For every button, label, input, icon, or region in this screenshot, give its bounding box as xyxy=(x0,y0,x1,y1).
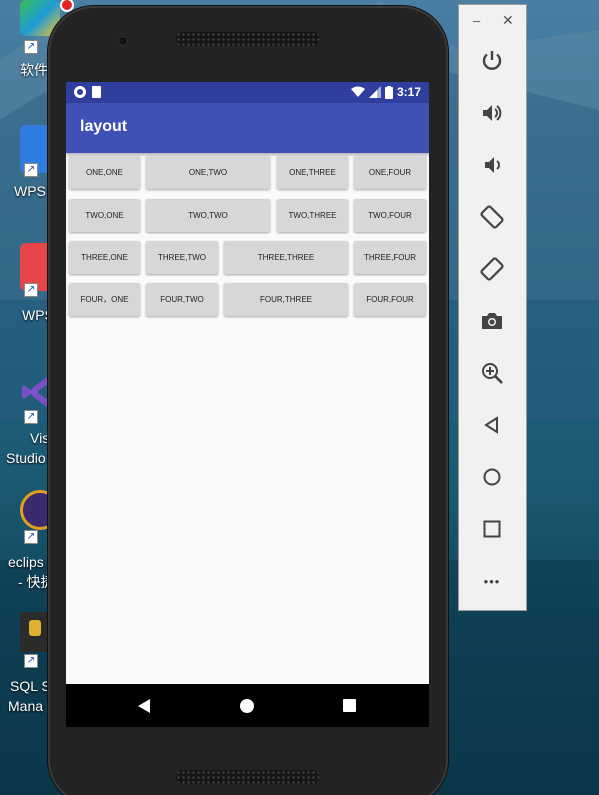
status-time: 3:17 xyxy=(396,85,421,99)
button-four-three[interactable]: FOUR,THREE xyxy=(224,283,348,316)
minimize-button[interactable]: – xyxy=(473,13,480,28)
power-icon[interactable] xyxy=(478,47,506,75)
navigation-bar xyxy=(66,684,429,727)
button-three-one[interactable]: THREE,ONE xyxy=(69,241,140,274)
sd-card-icon xyxy=(92,86,101,98)
shortcut-arrow-icon: ↗ xyxy=(24,40,38,54)
sync-icon xyxy=(74,86,86,98)
app-bar: layout xyxy=(66,103,429,153)
button-two-three[interactable]: TWO,THREE xyxy=(277,199,348,232)
wifi-icon xyxy=(350,86,365,97)
battery-icon xyxy=(384,85,393,99)
close-button[interactable]: ✕ xyxy=(502,12,514,29)
back-icon[interactable] xyxy=(478,411,506,439)
nav-home-icon[interactable] xyxy=(240,699,254,713)
nav-back-icon[interactable] xyxy=(138,699,150,713)
volume-down-icon[interactable] xyxy=(478,151,506,179)
home-icon[interactable] xyxy=(478,463,506,491)
camera-icon[interactable] xyxy=(478,307,506,335)
shortcut-arrow-icon: ↗ xyxy=(24,654,38,668)
button-four-two[interactable]: FOUR,TWO xyxy=(146,283,218,316)
emulator-toolbar: – ✕ ••• xyxy=(458,4,527,611)
button-three-three[interactable]: THREE,THREE xyxy=(224,241,348,274)
button-three-four[interactable]: THREE,FOUR xyxy=(354,241,426,274)
zoom-icon[interactable] xyxy=(478,359,506,387)
button-four-four[interactable]: FOUR,FOUR xyxy=(354,283,426,316)
top-speaker xyxy=(176,32,320,46)
rotate-left-icon[interactable] xyxy=(478,203,506,231)
button-one-one[interactable]: ONE,ONE xyxy=(69,156,140,189)
shortcut-arrow-icon: ↗ xyxy=(24,283,38,297)
overview-icon[interactable] xyxy=(478,515,506,543)
button-two-four[interactable]: TWO,FOUR xyxy=(354,199,426,232)
button-two-one[interactable]: TWO,ONE xyxy=(69,199,140,232)
bottom-speaker xyxy=(176,770,320,784)
app-title: layout xyxy=(80,118,128,135)
shortcut-arrow-icon: ↗ xyxy=(24,163,38,177)
shortcut-arrow-icon: ↗ xyxy=(24,530,38,544)
button-four-one[interactable]: FOUR，ONE xyxy=(69,283,140,316)
sql-server-icon xyxy=(20,612,50,652)
device-screen: 3:17 layout ONE,ONE ONE,TWO ONE,THREE ON… xyxy=(66,82,429,727)
button-three-two[interactable]: THREE,TWO xyxy=(146,241,218,274)
button-two-two[interactable]: TWO,TWO xyxy=(146,199,270,232)
volume-up-icon[interactable] xyxy=(478,99,506,127)
shortcut-arrow-icon: ↗ xyxy=(24,410,38,424)
cell-signal-icon xyxy=(368,86,381,98)
front-camera xyxy=(118,36,128,46)
status-bar: 3:17 xyxy=(66,82,429,103)
button-one-two[interactable]: ONE,TWO xyxy=(146,156,270,189)
more-icon[interactable]: ••• xyxy=(478,567,506,595)
button-one-four[interactable]: ONE,FOUR xyxy=(354,156,426,189)
button-one-three[interactable]: ONE,THREE xyxy=(277,156,348,189)
rotate-right-icon[interactable] xyxy=(478,255,506,283)
nav-recents-icon[interactable] xyxy=(343,699,356,712)
